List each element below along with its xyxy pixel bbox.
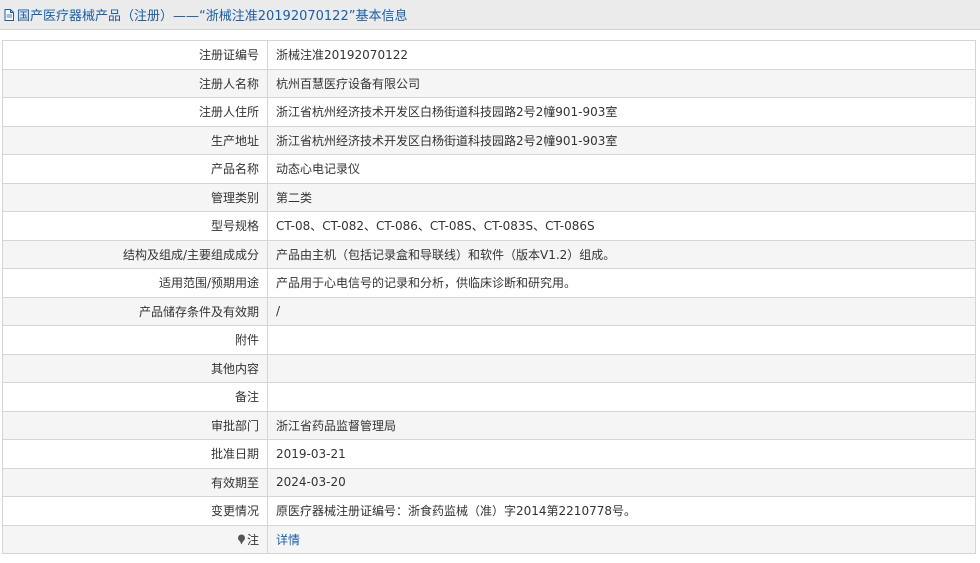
valid-until-value: 2024-03-20 — [267, 467, 976, 497]
table-row-valid-until: 有效期至 2024-03-20 — [2, 467, 976, 497]
table-row-attachments: 附件 — [2, 325, 976, 355]
registrant-address-label: 注册人住所 — [2, 97, 268, 127]
table-row-approval-date: 批准日期 2019-03-21 — [2, 439, 976, 469]
storage-conditions-label: 产品储存条件及有效期 — [2, 296, 268, 326]
page-title: 国产医疗器械产品（注册）——“浙械注准20192070122”基本信息 — [17, 9, 408, 24]
registrant-name-label: 注册人名称 — [2, 68, 268, 98]
remarks-value — [267, 382, 976, 412]
production-address-value: 浙江省杭州经济技术开发区白杨街道科技园路2号2幢901-903室 — [267, 125, 976, 155]
table-row-change-history: 变更情况 原医疗器械注册证编号：浙食药监械（准）字2014第2210778号。 — [2, 496, 976, 526]
table-row-registration-number: 注册证编号 浙械注准20192070122 — [2, 40, 976, 70]
registrant-address-value: 浙江省杭州经济技术开发区白杨街道科技园路2号2幢901-903室 — [267, 97, 976, 127]
other-content-value — [267, 353, 976, 383]
management-category-value: 第二类 — [267, 182, 976, 212]
storage-conditions-value: / — [267, 296, 976, 326]
table-row-approval-department: 审批部门 浙江省药品监督管理局 — [2, 410, 976, 440]
table-row-registrant-address: 注册人住所 浙江省杭州经济技术开发区白杨街道科技园路2号2幢901-903室 — [2, 97, 976, 127]
note-label-cell: 注 — [2, 524, 268, 554]
approval-department-value: 浙江省药品监督管理局 — [267, 410, 976, 440]
structure-composition-label: 结构及组成/主要组成成分 — [2, 239, 268, 269]
attachments-label: 附件 — [2, 325, 268, 355]
other-content-label: 其他内容 — [2, 353, 268, 383]
table-row-scope-of-use: 适用范围/预期用途 产品用于心电信号的记录和分析，供临床诊断和研究用。 — [2, 268, 976, 298]
scope-of-use-label: 适用范围/预期用途 — [2, 268, 268, 298]
page-title-bar: 国产医疗器械产品（注册）——“浙械注准20192070122”基本信息 — [0, 0, 980, 30]
note-value: 详情 — [267, 524, 976, 554]
table-row-storage-conditions: 产品储存条件及有效期 / — [2, 296, 976, 326]
attachments-value — [267, 325, 976, 355]
table-row-model-spec: 型号规格 CT-08、CT-082、CT-086、CT-08S、CT-083S、C… — [2, 211, 976, 241]
table-row-remarks: 备注 — [2, 382, 976, 412]
approval-date-label: 批准日期 — [2, 439, 268, 469]
approval-department-label: 审批部门 — [2, 410, 268, 440]
valid-until-label: 有效期至 — [2, 467, 268, 497]
remarks-label: 备注 — [2, 382, 268, 412]
approval-date-value: 2019-03-21 — [267, 439, 976, 469]
note-label: 注 — [246, 532, 259, 547]
change-history-label: 变更情况 — [2, 496, 268, 526]
product-name-value: 动态心电记录仪 — [267, 154, 976, 184]
scope-of-use-value: 产品用于心电信号的记录和分析，供临床诊断和研究用。 — [267, 268, 976, 298]
info-table: 注册证编号 浙械注准20192070122 注册人名称 杭州百慧医疗设备有限公司 注册人… — [2, 40, 976, 554]
pin-icon — [237, 534, 246, 545]
table-row-management-category: 管理类别 第二类 — [2, 182, 976, 212]
registration-number-value: 浙械注准20192070122 — [267, 40, 976, 70]
model-spec-label: 型号规格 — [2, 211, 268, 241]
registrant-name-value: 杭州百慧医疗设备有限公司 — [267, 68, 976, 98]
table-row-note: 注 详情 — [2, 524, 976, 554]
table-row-structure-composition: 结构及组成/主要组成成分 产品由主机（包括记录盒和导联线）和软件（版本V1.2）组… — [2, 239, 976, 269]
table-row-product-name: 产品名称 动态心电记录仪 — [2, 154, 976, 184]
table-row-other-content: 其他内容 — [2, 353, 976, 383]
management-category-label: 管理类别 — [2, 182, 268, 212]
details-link[interactable]: 详情 — [276, 533, 300, 547]
registration-number-label: 注册证编号 — [2, 40, 268, 70]
document-icon — [4, 8, 14, 21]
structure-composition-value: 产品由主机（包括记录盒和导联线）和软件（版本V1.2）组成。 — [267, 239, 976, 269]
table-row-production-address: 生产地址 浙江省杭州经济技术开发区白杨街道科技园路2号2幢901-903室 — [2, 125, 976, 155]
model-spec-value: CT-08、CT-082、CT-086、CT-08S、CT-083S、CT-08… — [267, 211, 976, 241]
product-name-label: 产品名称 — [2, 154, 268, 184]
change-history-value: 原医疗器械注册证编号：浙食药监械（准）字2014第2210778号。 — [267, 496, 976, 526]
production-address-label: 生产地址 — [2, 125, 268, 155]
table-row-registrant-name: 注册人名称 杭州百慧医疗设备有限公司 — [2, 68, 976, 98]
